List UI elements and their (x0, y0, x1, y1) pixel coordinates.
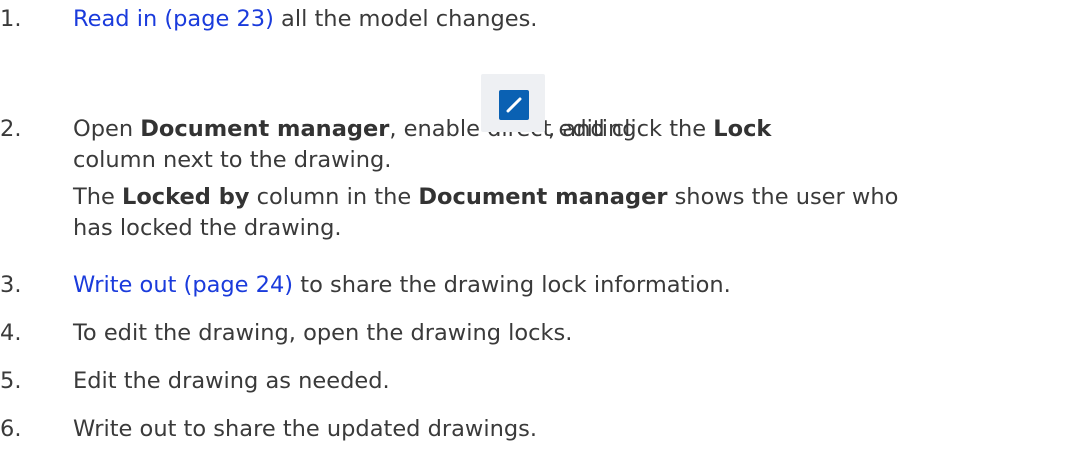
step-number: 2. (0, 116, 22, 142)
note-text: The Locked by column in the Document man… (73, 182, 928, 244)
step-text-part: , and click the (548, 116, 714, 142)
pencil-edit-icon[interactable] (481, 74, 545, 132)
step-number: 3. (0, 272, 22, 298)
read-in-link[interactable]: Read in (page 23) (73, 6, 274, 32)
locked-by-label: Locked by (122, 184, 250, 210)
write-out-link[interactable]: Write out (page 24) (73, 272, 293, 298)
step-number: 1. (0, 6, 22, 32)
step-text: , and click the Lock (548, 114, 1078, 145)
lock-label: Lock (713, 116, 772, 142)
step-text: Edit the drawing as needed. (73, 368, 390, 394)
document-manager-label: Document manager (140, 116, 390, 142)
step-text: Read in (page 23) all the model changes. (73, 4, 1078, 35)
note-text-part: column in the (249, 184, 419, 210)
step-text: Write out to share the updated drawings. (73, 416, 537, 442)
step-text-part: Open (73, 116, 141, 142)
step-number: 5. (0, 368, 22, 394)
document-manager-label: Document manager (418, 184, 668, 210)
step-text-rest: all the model changes. (273, 6, 538, 32)
step-text: To edit the drawing, open the drawing lo… (73, 320, 573, 346)
step-text: Write out (page 24) to share the drawing… (73, 270, 1078, 301)
step-number: 4. (0, 320, 22, 346)
note-text-part: The (73, 184, 122, 210)
step-text-line2: column next to the drawing. (73, 147, 392, 173)
step-number: 6. (0, 416, 22, 442)
step-text-rest: to share the drawing lock information. (293, 272, 731, 298)
